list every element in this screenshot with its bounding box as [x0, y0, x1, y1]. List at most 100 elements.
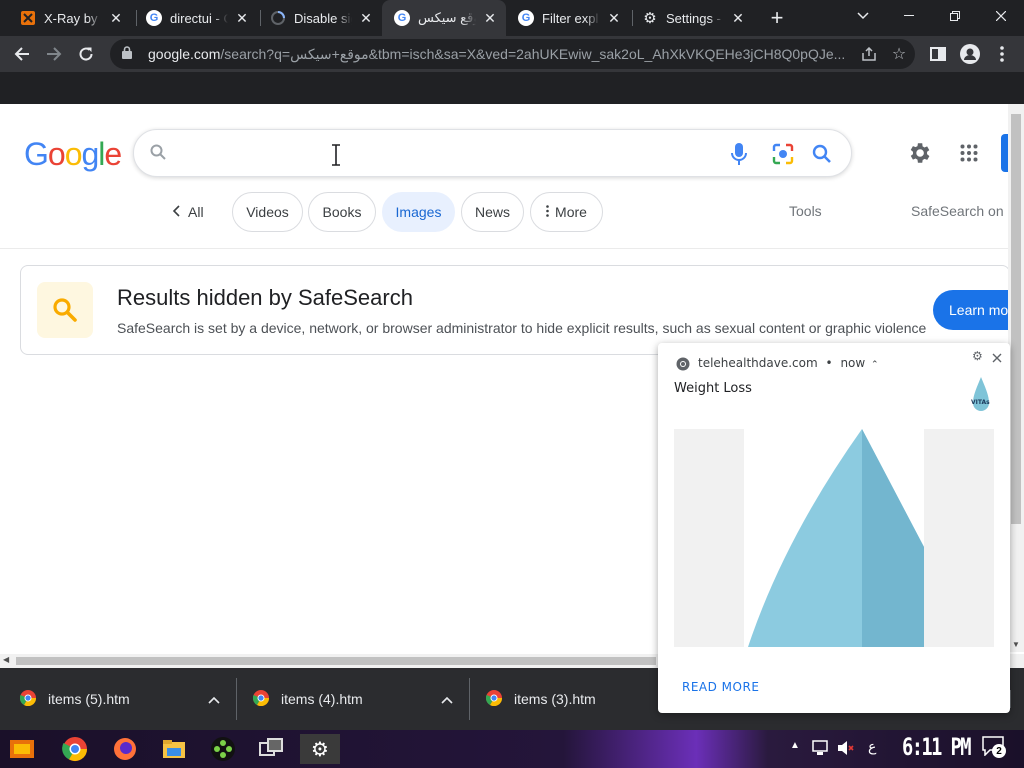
forward-button[interactable]: [40, 40, 68, 68]
chip-images[interactable]: Images: [382, 192, 455, 232]
tab-title: Disable sig: [294, 10, 352, 26]
notification-close-icon[interactable]: [992, 348, 1002, 367]
action-center-icon[interactable]: 2: [982, 736, 1010, 762]
close-tab-icon[interactable]: ✕: [482, 10, 498, 26]
learn-more-button[interactable]: Learn mo: [933, 290, 1011, 330]
chip-label: More: [555, 204, 587, 220]
side-panel-icon: [930, 47, 946, 61]
vertical-scrollbar[interactable]: ▼: [1008, 104, 1024, 652]
download-separator: [236, 678, 237, 720]
tray-overflow-icon[interactable]: ▲: [790, 740, 800, 751]
chrome-file-icon: [252, 689, 270, 709]
download-item[interactable]: items (4).htm: [252, 668, 463, 730]
tab-title: Filter expl: [542, 10, 599, 26]
download-filename: items (3).htm: [514, 691, 596, 707]
apps-grid-icon[interactable]: [960, 144, 978, 167]
chip-videos[interactable]: Videos: [232, 192, 303, 232]
google-logo[interactable]: Google: [24, 136, 122, 173]
forward-arrow-icon: [47, 47, 62, 61]
chip-all[interactable]: All: [172, 192, 222, 232]
firefox-taskbar-icon[interactable]: [112, 736, 138, 762]
profile-button[interactable]: [956, 40, 984, 68]
web-push-notification[interactable]: telehealthdave.com • now ⌃ ⚙ Weight Loss…: [658, 343, 1010, 713]
chip-books[interactable]: Books: [308, 192, 376, 232]
settings-gear-icon[interactable]: [906, 140, 932, 171]
input-language-indicator[interactable]: ع: [868, 738, 876, 755]
tab-active-search[interactable]: G موقع سيكس ✕: [382, 0, 506, 36]
close-tab-icon[interactable]: ✕: [108, 10, 124, 26]
download-filename: items (5).htm: [48, 691, 130, 707]
file-explorer-icon[interactable]: [162, 738, 186, 760]
share-icon[interactable]: [855, 47, 883, 61]
back-button[interactable]: [8, 40, 36, 68]
tools-button[interactable]: Tools: [789, 203, 822, 219]
media-app-icon[interactable]: [210, 736, 236, 762]
close-tab-icon[interactable]: ✕: [358, 10, 374, 26]
minimize-button[interactable]: [886, 0, 932, 32]
close-window-button[interactable]: [978, 0, 1024, 32]
bookmark-star-icon[interactable]: ☆: [883, 44, 915, 64]
scroll-left-arrow-icon[interactable]: ◀: [3, 655, 9, 664]
notification-settings-icon[interactable]: ⚙: [972, 349, 983, 363]
lens-camera-icon[interactable]: [772, 143, 794, 170]
volume-muted-icon[interactable]: [836, 739, 854, 757]
safesearch-card: Results hidden by SafeSearch SafeSearch …: [20, 265, 1011, 355]
chrome-taskbar-icon[interactable]: [62, 736, 88, 762]
tab-title: directui - G: [170, 10, 228, 26]
chevron-up-icon[interactable]: [441, 691, 453, 707]
side-panel-button[interactable]: [924, 40, 952, 68]
chrome-file-icon: [485, 689, 503, 709]
tab-title: موقع سيكس: [418, 10, 476, 25]
network-icon[interactable]: [810, 739, 830, 757]
download-item[interactable]: items (5).htm: [19, 668, 230, 730]
horizontal-scroll-thumb[interactable]: [16, 657, 656, 665]
tab-xray[interactable]: X-Ray by d ✕: [8, 0, 132, 36]
address-bar[interactable]: google.com/search?q=موقع+سيكس&tbm=isch&s…: [110, 39, 915, 69]
restore-button[interactable]: [932, 0, 978, 32]
settings-taskbar-icon[interactable]: ⚙: [300, 734, 340, 764]
tab-directui[interactable]: G directui - G ✕: [134, 0, 258, 36]
windows-taskbar: ⚙ ▲ ع 6:11 PM 2: [0, 730, 1024, 768]
chip-more[interactable]: More: [530, 192, 603, 232]
notification-time: now: [840, 356, 866, 370]
google-icon: G: [146, 10, 162, 26]
taskbar-clock[interactable]: 6:11 PM: [902, 733, 972, 761]
tab-title: Settings -: [666, 10, 721, 26]
tab-filter-expl[interactable]: G Filter expl ✕: [506, 0, 630, 36]
thumbnail-label: VITAs: [971, 399, 990, 406]
lock-icon: [122, 46, 138, 62]
vertical-scroll-thumb[interactable]: [1011, 114, 1021, 524]
chevron-up-icon[interactable]: ⌃: [871, 360, 879, 370]
menu-button[interactable]: [988, 40, 1016, 68]
microphone-icon[interactable]: [730, 142, 748, 171]
text-cursor-icon: [330, 144, 342, 171]
search-input[interactable]: [174, 140, 734, 168]
more-dots-icon: [546, 204, 549, 220]
tab-settings[interactable]: ⚙ Settings - ✕: [630, 0, 754, 36]
new-tab-button[interactable]: +: [763, 4, 791, 32]
scroll-down-arrow-icon[interactable]: ▼: [1012, 640, 1020, 649]
sign-in-button[interactable]: [1001, 134, 1008, 172]
safesearch-status[interactable]: SafeSearch on: [911, 203, 1004, 219]
notification-title: Weight Loss: [674, 381, 752, 396]
download-bar-edge: [1010, 690, 1020, 708]
read-more-button[interactable]: READ MORE: [682, 680, 759, 694]
chip-news[interactable]: News: [461, 192, 524, 232]
loading-icon: [270, 10, 286, 26]
close-tab-icon[interactable]: ✕: [730, 10, 746, 26]
chip-label: Books: [322, 204, 362, 220]
tab-title: X-Ray by d: [44, 10, 102, 26]
close-tab-icon[interactable]: ✕: [606, 10, 622, 26]
search-submit-icon[interactable]: [812, 144, 832, 169]
reload-button[interactable]: [72, 40, 100, 68]
notification-source-label: telehealthdave.com: [698, 356, 818, 370]
remote-desktop-icon[interactable]: [258, 737, 284, 761]
new-tab-label: +: [770, 5, 784, 30]
search-box[interactable]: [133, 129, 852, 177]
download-item[interactable]: items (3).htm: [485, 668, 656, 730]
chevron-up-icon[interactable]: [208, 691, 220, 707]
tab-search-icon[interactable]: [840, 0, 886, 32]
tab-disable-sig[interactable]: Disable sig ✕: [258, 0, 382, 36]
close-tab-icon[interactable]: ✕: [234, 10, 250, 26]
start-button[interactable]: [8, 736, 38, 762]
